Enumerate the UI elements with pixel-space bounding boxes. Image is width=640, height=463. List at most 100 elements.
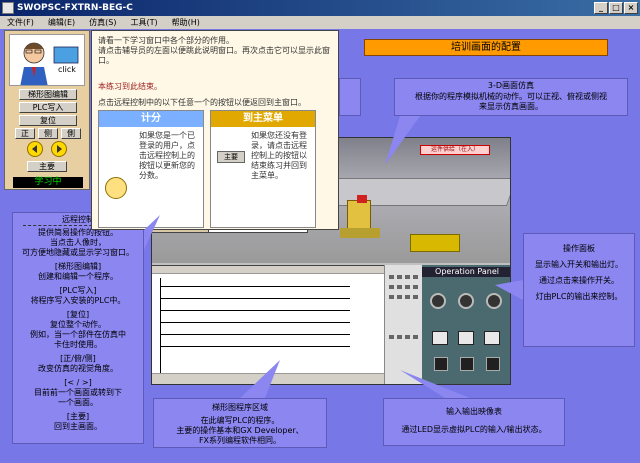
- io-line-0: 通过LED显示虚拟PLC的输入/输出状态。: [401, 425, 547, 434]
- side-view-button[interactable]: 侧: [38, 128, 58, 139]
- switch-knob[interactable]: [458, 293, 474, 309]
- io-led: [397, 285, 402, 289]
- io-led: [413, 275, 418, 279]
- remote-line-9: 例如，当一个部件在仿真中: [30, 330, 126, 339]
- maximize-button[interactable]: □: [609, 2, 623, 14]
- callout-remote: 远程控制 提供简易操作的按钮。 当点击人像时， 可方便地隐藏或显示学习窗口。 […: [12, 212, 144, 444]
- op-line-1: 通过点击来操作开关。: [539, 276, 619, 285]
- remote-line-11: [正/俯/侧]: [60, 354, 96, 363]
- edit-ladder-button[interactable]: 梯形图编辑: [19, 89, 77, 100]
- io-led: [389, 285, 394, 289]
- io-led: [405, 295, 410, 299]
- remote-line-16: [主要]: [66, 412, 90, 421]
- remote-line-1: 当点击人像时，: [50, 238, 106, 247]
- status-indicator: 学习中: [13, 177, 83, 188]
- callout-help-edge: [339, 78, 361, 116]
- ladder-rung: [160, 334, 350, 335]
- callout-3d-title: 3-D画面仿真: [487, 81, 535, 90]
- io-led: [397, 275, 402, 279]
- ladder-toolbar: [152, 266, 414, 274]
- io-led: [413, 295, 418, 299]
- page-banner: 培训画面的配置: [364, 39, 608, 56]
- window-title: SWOPSC-FXTRN-BEG-C: [17, 3, 133, 13]
- title-bar: SWOPSC-FXTRN-BEG-C _ □ ×: [0, 0, 640, 16]
- switch-knob[interactable]: [486, 293, 502, 309]
- remote-line-13: [< / >]: [64, 378, 92, 387]
- operation-panel: Operation Panel: [422, 265, 510, 384]
- remote-line-5: [PLC写入]: [59, 286, 97, 295]
- io-led: [405, 285, 410, 289]
- remote-line-14: 目前前一个画面或转到下: [34, 388, 122, 397]
- remote-line-4: 创建和编辑一个程序。: [38, 272, 118, 281]
- io-led: [397, 335, 402, 339]
- callout-ladder-title: 梯形图程序区域: [212, 403, 268, 412]
- indicator-lamp: [432, 331, 448, 345]
- op-line-0: 显示输入开关和输出灯。: [535, 260, 623, 269]
- tutor-icon: [10, 35, 84, 85]
- ladder-bottom-toolbar: [152, 373, 414, 384]
- remote-line-10: 卡住时使用。: [54, 340, 102, 349]
- menu-bar: 文件(F) 编辑(E) 仿真(S) 工具(T) 帮助(H): [0, 16, 640, 29]
- push-button[interactable]: [460, 357, 474, 371]
- main-menu-card: 到主菜单 主要 如果您还没有登录，请点击远程控制上的按钮以结束练习并回到主菜单。: [210, 110, 316, 228]
- operation-panel-title: Operation Panel: [422, 267, 510, 277]
- io-led: [413, 285, 418, 289]
- score-card-body: 如果您是一个已登录的用户，点击远程控制上的按钮以更新您的分数。: [139, 131, 195, 180]
- io-led-panel: [384, 265, 422, 384]
- reset-button[interactable]: 复位: [19, 115, 77, 126]
- push-button[interactable]: [434, 357, 448, 371]
- remote-line-12: 改变仿真的视觉角度。: [38, 364, 118, 373]
- io-led: [397, 295, 402, 299]
- remote-line-6: 将程序写入安装的PLC中。: [30, 296, 126, 305]
- remote-line-8: 复位整个动作。: [50, 320, 106, 329]
- plc-write-button[interactable]: PLC写入: [19, 102, 77, 113]
- menu-simulate[interactable]: 仿真(S): [82, 17, 123, 28]
- ladder-line-0: 在此编写PLC的程序。: [200, 416, 280, 425]
- next-button[interactable]: [51, 141, 67, 157]
- ladder-line-2: FX系列编程软件相同。: [198, 436, 282, 445]
- callout-operation-panel: 操作面板 显示输入开关和输出灯。 通过点击来操作开关。 灯由PLC的输出来控制。: [523, 233, 635, 347]
- help-prompt: 点击远程控制中的以下任意一个的按钮以便返回到主窗口。: [98, 98, 306, 107]
- remote-line-3: [梯形图编辑]: [54, 262, 102, 271]
- op-line-2: 灯由PLC的输出来控制。: [535, 292, 623, 301]
- push-button[interactable]: [486, 357, 500, 371]
- io-led: [405, 275, 410, 279]
- arrow-right-icon: [57, 145, 62, 153]
- remote-control: click 梯形图编辑 PLC写入 复位 正 侧 側 主要 学习中: [4, 30, 90, 190]
- home-button[interactable]: 主要: [27, 161, 67, 172]
- io-led: [405, 335, 410, 339]
- ladder-editor[interactable]: [152, 265, 414, 384]
- ladder-rung: [160, 346, 350, 347]
- menu-edit[interactable]: 编辑(E): [41, 17, 82, 28]
- callout-3d-text: 根据你的程序模拟机械的动作。可以正视、俯视或侧视来显示仿真画面。: [415, 92, 607, 111]
- menu-tools[interactable]: 工具(T): [123, 17, 164, 28]
- tutor-label: click: [58, 65, 76, 74]
- menu-help[interactable]: 帮助(H): [165, 17, 207, 28]
- scene-tag: 运件供给（在入）: [420, 145, 490, 155]
- ladder-left-rail: [160, 278, 161, 378]
- ladder-rung: [160, 322, 350, 323]
- score-card-title: 计分: [99, 111, 203, 127]
- tutor-avatar[interactable]: click: [9, 34, 85, 86]
- ladder-rung: [160, 310, 350, 311]
- remote-line-2: 可方便地隐藏或显示学习窗口。: [22, 248, 134, 257]
- callout-3d-sim: 3-D画面仿真 根据你的程序模拟机械的动作。可以正视、俯视或侧视来显示仿真画面。: [394, 78, 628, 116]
- minimize-button[interactable]: _: [594, 2, 608, 14]
- close-button[interactable]: ×: [624, 2, 638, 14]
- io-led: [389, 335, 394, 339]
- io-led: [389, 295, 394, 299]
- switch-knob[interactable]: [430, 293, 446, 309]
- help-instruction: 请点击辅导员的左面以便跳此说明窗口。再次点击它可以显示此窗口。: [98, 46, 330, 65]
- menu-file[interactable]: 文件(F): [0, 17, 41, 28]
- main-menu-card-icon: 主要: [217, 151, 245, 163]
- help-intro: 请看一下学习窗口中各个部分的作用。: [98, 36, 234, 45]
- callout-io-map: 输入输出映像表 通过LED显示虚拟PLC的输入/输出状态。: [383, 398, 565, 446]
- prev-button[interactable]: [27, 141, 43, 157]
- indicator-lamp: [484, 331, 500, 345]
- ladder-rung: [160, 298, 350, 299]
- front-view-button[interactable]: 正: [15, 128, 35, 139]
- remote-line-7: [复位]: [66, 310, 90, 319]
- callout-op-title: 操作面板: [563, 244, 595, 253]
- io-led: [389, 275, 394, 279]
- back-view-button[interactable]: 側: [61, 128, 81, 139]
